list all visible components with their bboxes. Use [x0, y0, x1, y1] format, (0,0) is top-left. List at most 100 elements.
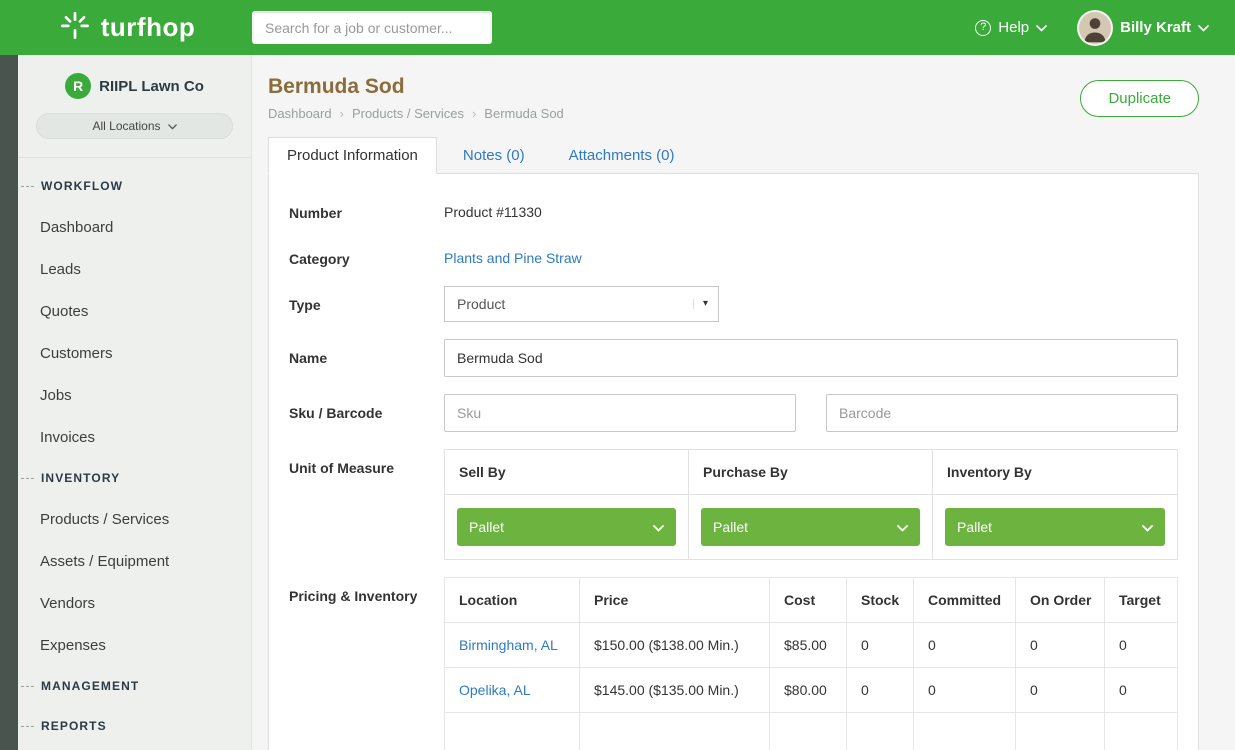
name-row: Name: [289, 339, 1178, 377]
breadcrumb-current: Bermuda Sod: [472, 106, 564, 121]
sidebar-item-vendors[interactable]: Vendors: [18, 582, 251, 624]
purchase-by-header: Purchase By: [689, 450, 933, 495]
col-location: Location: [445, 577, 580, 622]
chevron-down-icon: [168, 119, 177, 133]
tree-dash-icon: [21, 686, 34, 687]
name-input[interactable]: [444, 339, 1178, 377]
edge-strip: [0, 55, 18, 750]
col-committed: Committed: [914, 577, 1016, 622]
type-select[interactable]: Product ▾: [444, 286, 719, 322]
cost-cell: $80.00: [770, 667, 847, 712]
sku-input[interactable]: [444, 394, 796, 432]
chevron-down-icon: [897, 519, 908, 535]
unit-of-measure-table: Sell By Purchase By Inventory By Pallet …: [444, 449, 1178, 560]
purchase-by-select[interactable]: Pallet: [701, 508, 920, 546]
price-cell: $150.00 ($138.00 Min.): [580, 622, 770, 667]
table-row: Opelika, AL $145.00 ($135.00 Min.) $80.0…: [445, 667, 1178, 712]
turfhop-logo-icon: [57, 7, 93, 48]
topbar: turfhop ? Help Billy Kraft: [0, 0, 1235, 55]
tree-dash-icon: [21, 186, 34, 187]
table-row-partial: [445, 712, 1178, 750]
help-label: Help: [998, 19, 1029, 36]
sidebar-section-management[interactable]: MANAGEMENT: [18, 666, 251, 706]
all-locations-dropdown[interactable]: All Locations: [36, 113, 233, 139]
sidebar-item-expenses[interactable]: Expenses: [18, 624, 251, 666]
category-label: Category: [289, 240, 444, 269]
price-cell: $145.00 ($135.00 Min.): [580, 667, 770, 712]
pricing-inventory-row: Pricing & Inventory Location Price Cost …: [289, 577, 1178, 750]
col-cost: Cost: [770, 577, 847, 622]
tab-product-information[interactable]: Product Information: [268, 137, 437, 174]
sidebar-item-jobs[interactable]: Jobs: [18, 374, 251, 416]
chevron-down-icon: [1198, 19, 1209, 36]
chevron-down-icon: [1142, 519, 1153, 535]
turfhop-logo[interactable]: turfhop: [0, 7, 252, 48]
table-header-row: Location Price Cost Stock Committed On O…: [445, 577, 1178, 622]
category-row: Category Plants and Pine Straw: [289, 240, 1178, 269]
on-order-cell: 0: [1016, 667, 1105, 712]
sidebar-item-products-services[interactable]: Products / Services: [18, 498, 251, 540]
target-cell: 0: [1105, 622, 1178, 667]
inventory-by-select[interactable]: Pallet: [945, 508, 1165, 546]
on-order-cell: 0: [1016, 622, 1105, 667]
unit-of-measure-label: Unit of Measure: [289, 449, 444, 478]
location-link-birmingham[interactable]: Birmingham, AL: [445, 622, 580, 667]
pricing-inventory-label: Pricing & Inventory: [289, 577, 444, 606]
product-information-card: Number Product #11330 Category Plants an…: [268, 173, 1199, 750]
name-label: Name: [289, 339, 444, 368]
user-name: Billy Kraft: [1120, 19, 1191, 36]
type-select-value: Product: [457, 296, 505, 312]
main-content: Bermuda Sod Dashboard Products / Service…: [252, 55, 1235, 750]
company-logo-icon: R: [65, 73, 91, 99]
tab-notes[interactable]: Notes (0): [445, 138, 543, 173]
company-name: RIIPL Lawn Co: [99, 78, 204, 95]
page-header: Bermuda Sod Dashboard Products / Service…: [268, 75, 1199, 121]
sidebar-item-dashboard[interactable]: Dashboard: [18, 206, 251, 248]
tab-attachments[interactable]: Attachments (0): [551, 138, 693, 173]
search-input[interactable]: [252, 11, 492, 44]
sell-by-select[interactable]: Pallet: [457, 508, 676, 546]
unit-of-measure-row: Unit of Measure Sell By Purchase By Inve…: [289, 449, 1178, 560]
chevron-down-icon: [653, 519, 664, 535]
page-title: Bermuda Sod: [268, 75, 564, 99]
category-link[interactable]: Plants and Pine Straw: [444, 250, 582, 266]
committed-cell: 0: [914, 667, 1016, 712]
stock-cell: 0: [847, 622, 914, 667]
logo-text: turfhop: [101, 12, 195, 43]
type-label: Type: [289, 286, 444, 315]
pricing-inventory-table: Location Price Cost Stock Committed On O…: [444, 577, 1178, 750]
sidebar-item-customers[interactable]: Customers: [18, 332, 251, 374]
company-header: R RIIPL Lawn Co: [18, 55, 251, 99]
col-target: Target: [1105, 577, 1178, 622]
chevron-down-icon: [1036, 19, 1047, 36]
location-link-opelika[interactable]: Opelika, AL: [445, 667, 580, 712]
sidebar-section-workflow[interactable]: WORKFLOW: [18, 166, 251, 206]
duplicate-button[interactable]: Duplicate: [1080, 80, 1199, 117]
barcode-input[interactable]: [826, 394, 1178, 432]
cost-cell: $85.00: [770, 622, 847, 667]
breadcrumb-dashboard[interactable]: Dashboard: [268, 106, 332, 121]
sidebar-section-inventory[interactable]: INVENTORY: [18, 458, 251, 498]
tabs: Product Information Notes (0) Attachment…: [268, 137, 1199, 173]
sidebar: R RIIPL Lawn Co All Locations WORKFLOW D…: [18, 55, 252, 750]
tree-dash-icon: [21, 478, 34, 479]
sidebar-section-reports[interactable]: REPORTS: [18, 706, 251, 746]
tree-dash-icon: [21, 726, 34, 727]
sidebar-item-invoices[interactable]: Invoices: [18, 416, 251, 458]
user-menu[interactable]: Billy Kraft: [1077, 10, 1209, 46]
topbar-right: ? Help Billy Kraft: [975, 10, 1235, 46]
sell-by-header: Sell By: [445, 450, 689, 495]
breadcrumb-products-services[interactable]: Products / Services: [340, 106, 464, 121]
number-value: Product #11330: [444, 194, 1178, 220]
sku-barcode-row: Sku / Barcode: [289, 394, 1178, 432]
col-stock: Stock: [847, 577, 914, 622]
type-row: Type Product ▾: [289, 286, 1178, 322]
avatar: [1077, 10, 1113, 46]
breadcrumb: Dashboard Products / Services Bermuda So…: [268, 106, 564, 121]
sidebar-item-quotes[interactable]: Quotes: [18, 290, 251, 332]
sidebar-item-assets-equipment[interactable]: Assets / Equipment: [18, 540, 251, 582]
help-menu[interactable]: ? Help: [975, 19, 1047, 36]
stock-cell: 0: [847, 667, 914, 712]
sidebar-item-leads[interactable]: Leads: [18, 248, 251, 290]
number-row: Number Product #11330: [289, 194, 1178, 223]
